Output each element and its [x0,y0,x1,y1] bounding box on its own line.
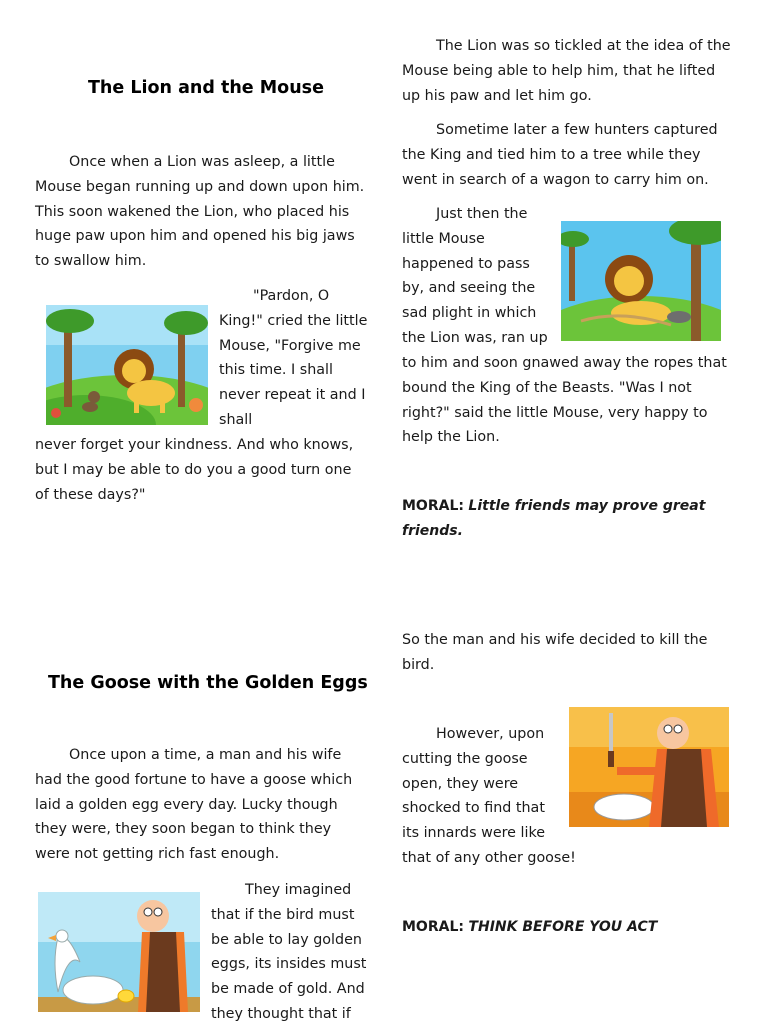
story2-moral: MORAL: THINK BEFORE YOU ACT [402,915,732,940]
story1-moral: MORAL: Little friends may prove great fr… [402,494,732,544]
story2-paragraph-4-wrapped: However, upon cutting the goose open, th… [402,726,546,842]
story2-paragraph-3: So the man and his wife decided to kill … [402,632,708,673]
story1-title: The Lion and the Mouse [88,78,324,98]
story1-paragraph-3: The Lion was so tickled at the idea of t… [402,38,731,104]
moral-label: MORAL: [402,919,464,935]
story1-paragraph-1: Once when a Lion was asleep, a little Mo… [35,154,365,270]
story1-paragraph-2-wrapped: "Pardon, O King!" cried the little Mouse… [219,288,368,428]
cutting-goose-illustration [569,707,729,827]
goose-golden-egg-illustration [38,892,200,1012]
mouse-freeing-lion-illustration [561,221,721,341]
story2-title: The Goose with the Golden Eggs [48,673,368,693]
story2-paragraph-4-full: that of any other goose! [402,850,576,866]
moral-label: MORAL: [402,498,464,514]
lion-mouse-illustration [46,305,208,425]
moral-text: THINK BEFORE YOU ACT [468,919,658,935]
story2-paragraph-1: Once upon a time, a man and his wife had… [35,747,353,863]
story2-paragraph-2-wrapped: They imagined that if the bird must be a… [211,882,367,1022]
story1-paragraph-5-full: to him and soon gnawed away the ropes th… [402,355,727,446]
story1-paragraph-4: Sometime later a few hunters captured th… [402,122,718,188]
story1-paragraph-2-full: never forget your kindness. And who know… [35,437,354,503]
story1-paragraph-5-wrapped: Just then the little Mouse happened to p… [402,206,548,346]
